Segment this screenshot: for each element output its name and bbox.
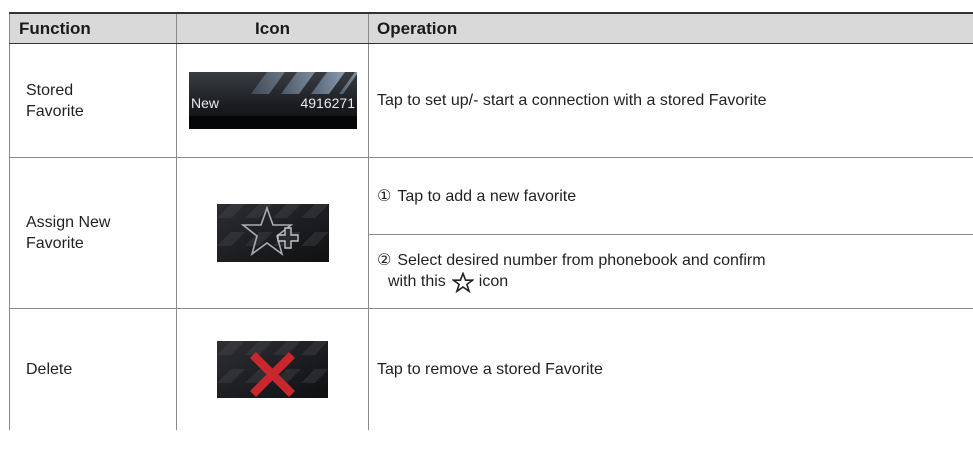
operation-assign-step-1: ① Tap to add a new favorite [368,157,973,235]
header-icon: Icon [176,12,369,44]
operation-delete: Tap to remove a stored Favorite [368,308,973,430]
step-text-continued: with this icon [377,271,973,293]
stored-favorite-number: 4916271 [300,95,355,111]
table-row-stored-favorite: Stored Favorite New 4916271 Tap to set u… [9,43,973,158]
step-number: ② [377,252,392,270]
header-operation: Operation [368,12,973,44]
star-plus-icon[interactable] [216,204,329,262]
stored-favorite-name: New [191,95,220,111]
step-text-after-icon: icon [478,273,509,291]
step-text-before-icon: with this [388,273,446,291]
header-function: Function [9,12,177,44]
function-assign-new-favorite: Assign New Favorite [9,157,177,309]
function-table: Function Icon Operation Stored Favorite [9,12,973,430]
function-delete: Delete [9,308,177,430]
function-stored-favorite: Stored Favorite [9,43,177,158]
step-text: Select desired number from phonebook and… [397,252,766,270]
table-row-assign-favorite: Assign New Favorite ① Tap to add a new f… [9,157,973,309]
red-x-delete-icon[interactable] [217,340,328,398]
step-text: Tap to add a new favorite [397,187,577,205]
star-outline-icon [451,271,474,293]
function-label: Assign New Favorite [26,214,111,252]
step-number: ① [377,187,392,205]
icon-cell-assign-favorite [176,157,369,309]
icon-cell-delete [176,308,369,430]
stored-favorite-button-icon[interactable]: New 4916271 [188,72,357,129]
operation-stored-favorite: Tap to set up/- start a connection with … [368,43,973,158]
table-row-delete: Delete Tap to remove a stored Favorite [9,308,973,430]
table-header-row: Function Icon Operation [9,12,973,44]
icon-cell-stored-favorite: New 4916271 [176,43,369,158]
function-label: Stored Favorite [26,81,84,120]
operation-assign-step-2: ② Select desired number from phonebook an… [368,234,973,309]
